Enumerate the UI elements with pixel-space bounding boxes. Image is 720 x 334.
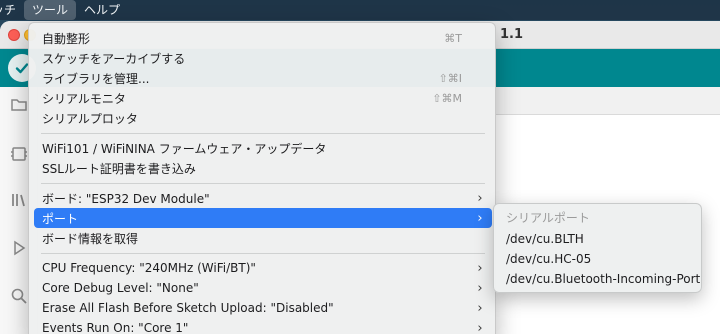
menu-item-manage-libraries[interactable]: ライブラリを管理... ⇧⌘I	[34, 68, 492, 88]
menu-item-serial-monitor[interactable]: シリアルモニタ ⇧⌘M	[34, 88, 492, 108]
menu-item-firmware-updater[interactable]: WiFi101 / WiFiNINA ファームウェア・アップデータ	[34, 138, 492, 158]
menu-item-erase-all-flash[interactable]: Erase All Flash Before Sketch Upload: "D…	[34, 298, 492, 318]
menu-item-label: 自動整形	[42, 31, 91, 46]
submenu-header: シリアルポート	[506, 211, 590, 225]
chevron-right-icon: ›	[477, 210, 483, 226]
menu-item-label: ライブラリを管理...	[42, 71, 150, 86]
menu-item-auto-format[interactable]: 自動整形 ⌘T	[34, 28, 492, 48]
menu-separator	[41, 253, 485, 254]
editor-tabstrip	[496, 87, 720, 115]
menu-item-label: スケッチをアーカイブする	[42, 51, 186, 66]
menubar-item-help[interactable]: ヘルプ	[76, 0, 128, 20]
close-window-button[interactable]	[8, 29, 20, 41]
menu-item-label: ポート	[42, 211, 79, 226]
port-item-bluetooth-incoming[interactable]: /dev/cu.Bluetooth-Incoming-Port	[506, 269, 700, 289]
chevron-right-icon: ›	[477, 280, 483, 296]
menu-item-board[interactable]: ボード: "ESP32 Dev Module" ›	[34, 188, 492, 208]
menu-item-label: Erase All Flash Before Sketch Upload: "D…	[42, 301, 334, 315]
menu-item-archive-sketch[interactable]: スケッチをアーカイブする	[34, 48, 492, 68]
menu-item-label: SSLルート証明書を書き込み	[42, 161, 196, 176]
shortcut-label: ⇧⌘M	[432, 91, 462, 105]
tools-menu: 自動整形 ⌘T スケッチをアーカイブする ライブラリを管理... ⇧⌘I シリア…	[28, 22, 496, 334]
port-submenu: シリアルポート /dev/cu.BLTH /dev/cu.HC-05 /dev/…	[493, 203, 702, 293]
menu-item-label: シリアルモニタ	[42, 91, 126, 106]
menu-item-port[interactable]: ポート ›	[34, 208, 492, 228]
chevron-right-icon: ›	[477, 320, 483, 334]
port-item-hc05[interactable]: /dev/cu.HC-05	[506, 249, 591, 269]
chevron-right-icon: ›	[477, 260, 483, 276]
menubar-item-sketch[interactable]: ッチ	[0, 0, 24, 20]
menu-separator	[41, 133, 485, 134]
menu-item-cpu-frequency[interactable]: CPU Frequency: "240MHz (WiFi/BT)" ›	[34, 258, 492, 278]
shortcut-label: ⌘T	[444, 31, 462, 45]
library-manager-icon[interactable]	[10, 191, 28, 209]
menu-item-label: WiFi101 / WiFiNINA ファームウェア・アップデータ	[42, 141, 327, 156]
menu-item-label: ボード情報を取得	[42, 231, 139, 246]
menu-item-label: Events Run On: "Core 1"	[42, 321, 189, 334]
menu-item-label: CPU Frequency: "240MHz (WiFi/BT)"	[42, 261, 256, 275]
search-icon[interactable]	[10, 287, 28, 305]
folder-icon[interactable]	[10, 95, 28, 113]
menu-item-get-board-info[interactable]: ボード情報を取得	[34, 228, 492, 248]
menu-item-core-debug-level[interactable]: Core Debug Level: "None" ›	[34, 278, 492, 298]
menu-item-label: シリアルプロッタ	[42, 111, 138, 126]
shortcut-label: ⇧⌘I	[438, 71, 462, 85]
port-item-blth[interactable]: /dev/cu.BLTH	[506, 229, 584, 249]
menu-bar: ッチ ツール ヘルプ	[0, 0, 720, 20]
menu-item-upload-ssl-certificates[interactable]: SSLルート証明書を書き込み	[34, 158, 492, 178]
menu-item-events-run-on[interactable]: Events Run On: "Core 1" ›	[34, 318, 492, 334]
debug-icon[interactable]	[10, 239, 28, 257]
menu-separator	[41, 183, 485, 184]
chevron-right-icon: ›	[477, 300, 483, 316]
board-manager-icon[interactable]	[10, 145, 28, 163]
menubar-item-tools[interactable]: ツール	[24, 0, 77, 20]
menu-item-label: ボード: "ESP32 Dev Module"	[42, 191, 210, 206]
window-title: 1.1	[500, 27, 524, 42]
menu-item-serial-plotter[interactable]: シリアルプロッタ	[34, 108, 492, 128]
menu-item-label: Core Debug Level: "None"	[42, 281, 199, 295]
chevron-right-icon: ›	[477, 190, 483, 206]
